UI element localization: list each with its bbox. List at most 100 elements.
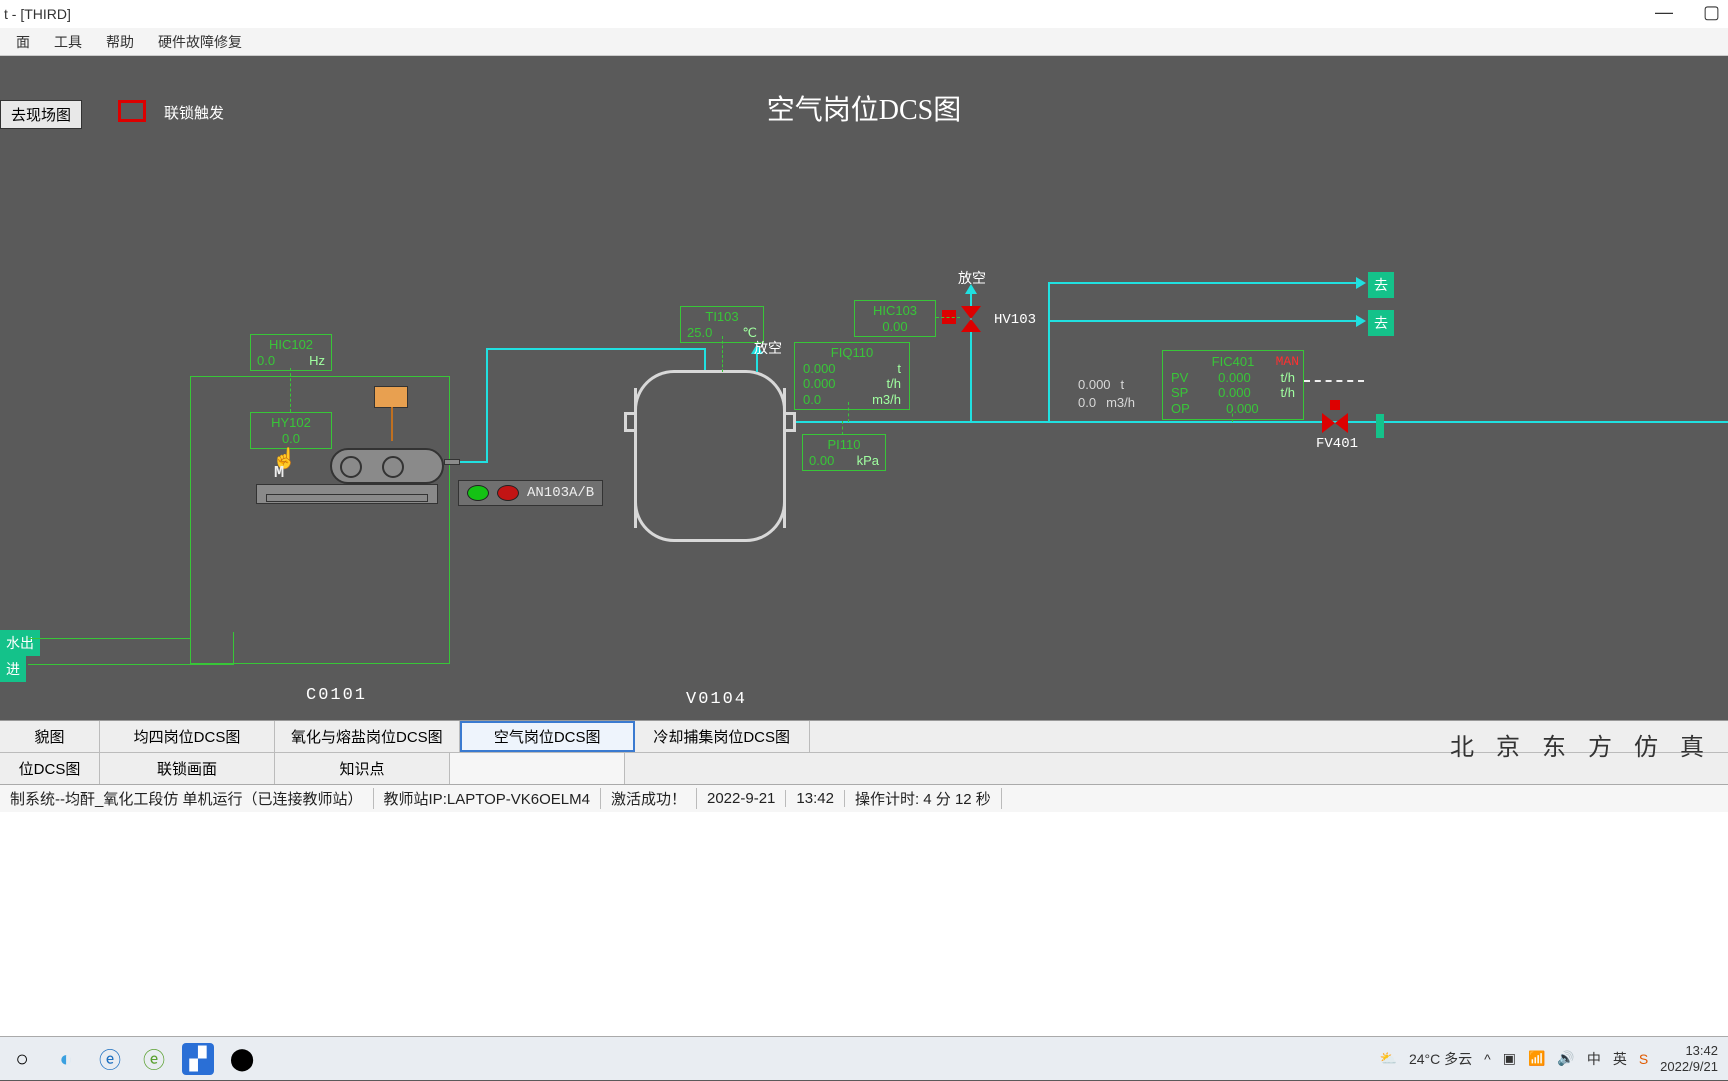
tag-hic102[interactable]: HIC102 0.0Hz: [250, 334, 332, 371]
pump-base-2: [266, 494, 428, 502]
v: 0.000: [1218, 385, 1251, 401]
menu-hardware-repair[interactable]: 硬件故障修复: [146, 32, 254, 52]
water-in-tag: 进: [0, 656, 26, 682]
vessel-v0104[interactable]: [634, 370, 786, 542]
u: t/h: [1281, 385, 1295, 401]
browser2-icon[interactable]: ⓔ: [132, 1037, 176, 1081]
l: OP: [1171, 401, 1190, 417]
go-site-button[interactable]: 去现场图: [0, 100, 82, 129]
tag-fiq110[interactable]: FIQ110 0.000t 0.000t/h 0.0m3/h: [794, 342, 910, 410]
tabs-row-1: 貌图 均四岗位DCS图 氧化与熔盐岗位DCS图 空气岗位DCS图 冷却捕集岗位D…: [0, 721, 1728, 753]
relay-icon: [374, 386, 408, 408]
l: SP: [1171, 385, 1188, 401]
status-teacher-ip: 教师站IP:LAPTOP-VK6OELM4: [374, 788, 601, 809]
v: 0.0: [803, 392, 821, 408]
pipe-endpoint: [1376, 414, 1384, 438]
clock[interactable]: 13:42 2022/9/21: [1660, 1043, 1718, 1074]
pipe: [486, 348, 706, 350]
tag-pi110[interactable]: PI110 0.00kPa: [802, 434, 886, 471]
minimize-button[interactable]: —: [1655, 2, 1673, 23]
u: t: [897, 361, 901, 377]
pipe-branch-v: [1048, 282, 1050, 423]
arrow-right-icon: [1356, 277, 1366, 289]
tab-knowledge[interactable]: 知识点: [275, 753, 450, 784]
tag-hy102[interactable]: HY102 0.0: [250, 412, 332, 449]
tray-battery-icon[interactable]: ▣: [1503, 1050, 1516, 1067]
tab-dcs[interactable]: 位DCS图: [0, 753, 100, 784]
pipe-branch-h1: [1048, 282, 1360, 284]
browser1-icon[interactable]: ◐: [44, 1037, 88, 1081]
pipe-water-in-v: [233, 632, 234, 665]
page-title: 空气岗位DCS图: [767, 88, 961, 128]
pump-wheel-icon: [340, 456, 362, 478]
valve-actuator-icon: [1330, 400, 1340, 410]
tray-ime-icon[interactable]: 中: [1587, 1049, 1601, 1069]
v: 0.0: [1078, 394, 1096, 412]
tab-interlock[interactable]: 联锁画面: [100, 753, 275, 784]
ie-icon[interactable]: ⓔ: [88, 1037, 132, 1081]
pipe: [486, 350, 488, 463]
tab-oxidation[interactable]: 氧化与熔盐岗位DCS图: [275, 721, 460, 752]
tag-hic103[interactable]: HIC103 0.00: [854, 300, 936, 337]
fic401-link-h: [1304, 380, 1364, 382]
tab-overview[interactable]: 貌图: [0, 721, 100, 752]
weather-icon[interactable]: ⛅: [1380, 1050, 1397, 1067]
menu-help[interactable]: 帮助: [94, 32, 146, 52]
menu-tools[interactable]: 工具: [42, 32, 94, 52]
weather-text[interactable]: 24°C 多云: [1409, 1049, 1472, 1069]
interlock-icon[interactable]: [118, 100, 146, 122]
app1-icon[interactable]: ▞: [182, 1043, 214, 1075]
tag-value: 0.00: [861, 319, 929, 335]
tray-volume-icon[interactable]: 🔊: [1557, 1050, 1574, 1067]
blank-area: [0, 812, 1728, 1036]
hic103-link: [936, 317, 960, 318]
tab-cooling[interactable]: 冷却捕集岗位DCS图: [635, 721, 810, 752]
valve-hv103[interactable]: [961, 306, 981, 332]
valve-fv401[interactable]: [1322, 413, 1348, 433]
fic401-link: [1232, 408, 1233, 422]
vessel-nozzle: [786, 412, 796, 432]
led-red-icon: [497, 485, 519, 501]
app2-icon[interactable]: ⬤: [220, 1037, 264, 1081]
cortana-icon[interactable]: ○: [0, 1037, 44, 1081]
l: PV: [1171, 370, 1188, 386]
v: 0.000: [1218, 370, 1251, 386]
pump-status-panel[interactable]: AN103A/B: [458, 480, 603, 506]
valve-label: HV103: [994, 312, 1036, 328]
tag-name: HY102: [257, 415, 325, 431]
pipe-main: [796, 421, 1728, 423]
valve-label: FV401: [1316, 436, 1358, 452]
brand-logo: 北 京 东 方 仿 真: [1450, 727, 1712, 762]
clock-time: 13:42: [1685, 1043, 1718, 1059]
taskbar: ○ ◐ ⓔ ⓔ ▞ ⬤ ⛅ 24°C 多云 ^ ▣ 📶 🔊 中 英 S 13:4…: [0, 1036, 1728, 1080]
pipe-water-in-h: [28, 664, 234, 665]
status-time: 13:42: [786, 790, 845, 807]
dest-tag: 去: [1368, 272, 1394, 298]
pump-body[interactable]: [330, 448, 444, 484]
tab-empty[interactable]: [450, 753, 625, 784]
tray-chevron-icon[interactable]: ^: [1484, 1051, 1491, 1067]
pipe-branch-h2: [1048, 320, 1360, 322]
v: 0.000: [803, 376, 836, 392]
led-green-icon: [467, 485, 489, 501]
tag-ti103[interactable]: TI103 25.0℃: [680, 306, 764, 343]
u: m3/h: [872, 392, 901, 408]
tag-fic401[interactable]: FIC401 MAN PV0.000t/h SP0.000t/h OP0.000: [1162, 350, 1304, 420]
pump-id: AN103A/B: [527, 485, 594, 501]
status-system: 制系统--均酐_氧化工段仿 单机运行（已连接教师站）: [0, 788, 374, 809]
tab-air[interactable]: 空气岗位DCS图: [460, 721, 635, 752]
tab-j4[interactable]: 均四岗位DCS图: [100, 721, 275, 752]
tag-name: FIC401: [1212, 354, 1255, 369]
tray-keyboard-icon[interactable]: 英: [1613, 1049, 1627, 1069]
motor-m-icon: M: [274, 464, 284, 483]
tray-sogou-icon[interactable]: S: [1639, 1051, 1648, 1067]
pump-wheel-icon: [382, 456, 404, 478]
dest-tag: 去: [1368, 310, 1394, 336]
menu-item[interactable]: 面: [4, 32, 42, 52]
tag-value: 25.0: [687, 325, 712, 341]
fic-side-values: 0.000t 0.0m3/h: [1078, 376, 1135, 411]
tag-name: TI103: [687, 309, 757, 325]
maximize-button[interactable]: ▢: [1703, 2, 1720, 23]
tray-wifi-icon[interactable]: 📶: [1528, 1050, 1545, 1067]
v: 0.000: [1078, 376, 1111, 394]
